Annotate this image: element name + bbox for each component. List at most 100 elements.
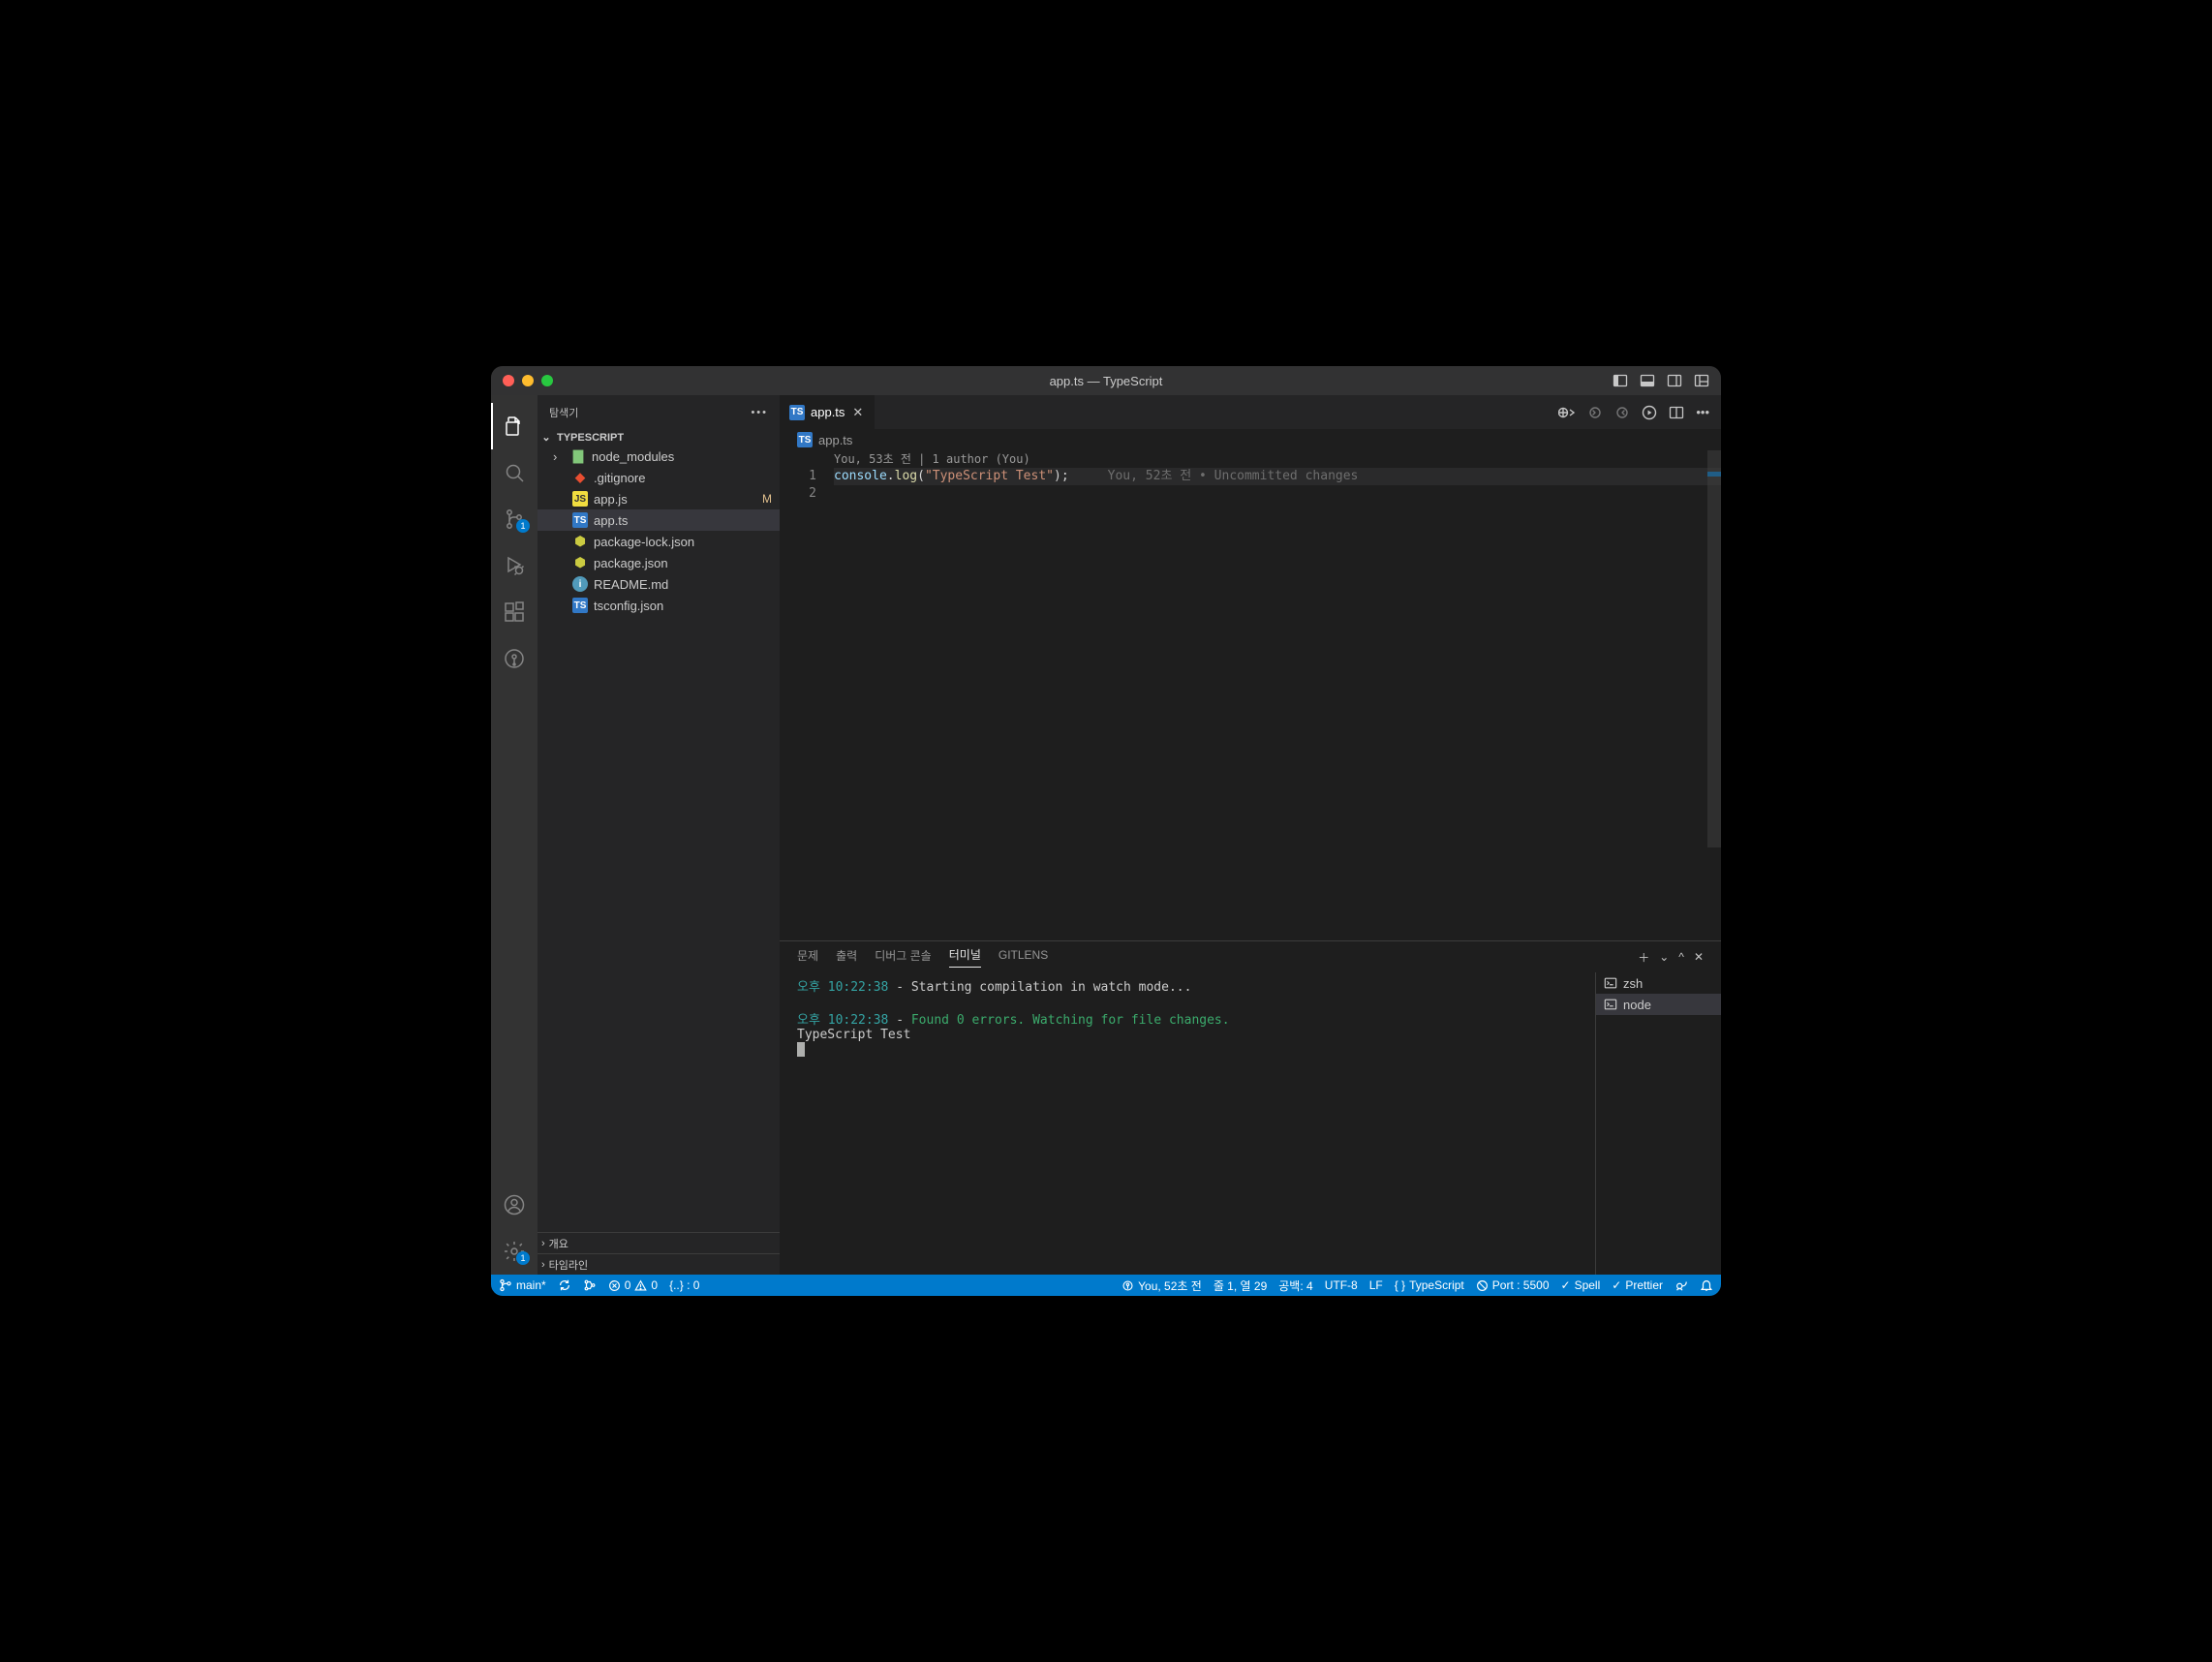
window-title: app.ts — TypeScript (491, 374, 1721, 388)
file-label: package-lock.json (594, 535, 694, 549)
branch-label: main* (516, 1278, 546, 1292)
status-notifications[interactable] (1700, 1278, 1713, 1292)
more-actions-icon[interactable]: ••• (1696, 405, 1709, 419)
status-branch[interactable]: main* (499, 1278, 546, 1292)
panel-tab-terminal[interactable]: 터미널 (949, 946, 981, 968)
editor-tabs: TS app.ts ✕ ••• (780, 395, 1721, 429)
code-editor[interactable]: 1 2 You, 53초 전 | 1 author (You) console.… (780, 450, 1721, 940)
timeline-section[interactable]: › 타임라인 (538, 1253, 780, 1275)
tab-label: app.ts (811, 405, 845, 419)
codelens-authors[interactable]: You, 53초 전 | 1 author (You) (834, 450, 1721, 468)
nav-back-icon[interactable] (1587, 405, 1603, 420)
tree-file-tsconfig[interactable]: TS tsconfig.json (538, 595, 780, 616)
run-debug-tab[interactable] (491, 542, 538, 589)
gitlens-tab[interactable] (491, 635, 538, 682)
status-indent[interactable]: 공백: 4 (1278, 1277, 1312, 1294)
timeline-label: 타임라인 (549, 1257, 588, 1273)
status-eol[interactable]: LF (1369, 1278, 1383, 1292)
terminal-item-zsh[interactable]: zsh (1596, 972, 1721, 994)
terminal-item-node[interactable]: node (1596, 994, 1721, 1015)
json-icon: ⬢ (572, 555, 588, 570)
status-spell[interactable]: ✓ Spell (1561, 1278, 1601, 1292)
tree-file-gitignore[interactable]: ◆ .gitignore (538, 467, 780, 488)
code-token: console (834, 468, 887, 485)
explorer-tab[interactable] (491, 403, 538, 449)
chevron-right-icon: › (541, 1238, 545, 1249)
inline-blame: You, 52초 전 • Uncommitted changes (1108, 468, 1359, 485)
terminal-name: zsh (1623, 976, 1643, 991)
maximize-panel-icon[interactable]: ^ (1678, 950, 1684, 964)
modified-status: M (762, 492, 772, 506)
status-json[interactable]: {..} : 0 (669, 1278, 699, 1292)
panel-tab-gitlens[interactable]: GITLENS (998, 948, 1048, 966)
breadcrumb[interactable]: TS app.ts (780, 429, 1721, 450)
blame-label: You, 52초 전 (1138, 1277, 1202, 1294)
status-language[interactable]: { } TypeScript (1395, 1278, 1464, 1292)
code-token: log (895, 468, 917, 485)
source-control-tab[interactable]: 1 (491, 496, 538, 542)
port-label: Port : 5500 (1492, 1278, 1550, 1292)
activity-bar: 1 1 (491, 395, 538, 1275)
status-encoding[interactable]: UTF-8 (1325, 1278, 1358, 1292)
terminal-output[interactable]: 오후 10:22:38 - Starting compilation in wa… (780, 972, 1595, 1275)
file-label: tsconfig.json (594, 599, 663, 613)
status-cursor[interactable]: 줄 1, 열 29 (1214, 1277, 1267, 1294)
tree-file-package-json[interactable]: ⬢ package.json (538, 552, 780, 573)
status-sync[interactable] (558, 1278, 571, 1292)
gitlens-toggle-icon[interactable] (1558, 405, 1576, 420)
file-label: node_modules (592, 449, 674, 464)
info-icon: i (572, 576, 588, 592)
nav-forward-icon[interactable] (1614, 405, 1630, 420)
prettier-label: Prettier (1625, 1278, 1663, 1292)
tree-file-app-ts[interactable]: TS app.ts (538, 509, 780, 531)
editor-scrollbar[interactable] (1707, 450, 1721, 940)
file-label: app.js (594, 492, 628, 507)
tree-file-package-lock[interactable]: ⬢ package-lock.json (538, 531, 780, 552)
terminal-icon (1604, 998, 1617, 1011)
status-problems[interactable]: 0 0 (608, 1278, 658, 1292)
status-live-server[interactable]: Port : 5500 (1476, 1278, 1550, 1292)
outline-section[interactable]: › 개요 (538, 1232, 780, 1253)
close-tab-icon[interactable]: ✕ (850, 405, 865, 420)
extensions-tab[interactable] (491, 589, 538, 635)
terminal-text: TypeScript Test (797, 1028, 910, 1042)
warning-count: 0 (651, 1278, 658, 1292)
status-bar: main* 0 0 {..} : 0 You, 52초 전 줄 1, 열 29 … (491, 1275, 1721, 1296)
ts-icon: TS (572, 512, 588, 528)
code-line-1[interactable]: console.log("TypeScript Test"); You, 52초… (834, 468, 1721, 485)
file-label: README.md (594, 577, 668, 592)
tree-file-readme[interactable]: i README.md (538, 573, 780, 595)
status-blame[interactable]: You, 52초 전 (1121, 1277, 1202, 1294)
explorer-title: 탐색기 (549, 405, 578, 420)
ts-json-icon: TS (572, 598, 588, 613)
panel-tab-debug-console[interactable]: 디버그 콘솔 (875, 947, 932, 968)
code-line-2[interactable] (834, 485, 1721, 503)
folder-section-header[interactable]: ⌄ TYPESCRIPT (538, 429, 780, 446)
new-terminal-icon[interactable]: ＋ (1638, 949, 1649, 966)
status-gitlens-graph[interactable] (583, 1278, 597, 1292)
bottom-panel: 문제 출력 디버그 콘솔 터미널 GITLENS ＋ ⌄ ^ ✕ 오후 10:2… (780, 940, 1721, 1275)
chevron-right-icon: › (541, 1259, 545, 1271)
chevron-right-icon: › (553, 449, 565, 464)
panel-tab-output[interactable]: 출력 (836, 947, 857, 968)
file-label: .gitignore (594, 471, 645, 485)
close-panel-icon[interactable]: ✕ (1694, 950, 1704, 964)
folder-icon: ▇ (570, 448, 586, 464)
panel-tab-problems[interactable]: 문제 (797, 947, 818, 968)
tree-file-app-js[interactable]: JS app.js M (538, 488, 780, 509)
status-feedback[interactable] (1674, 1278, 1688, 1292)
settings-tab[interactable]: 1 (491, 1228, 538, 1275)
explorer-more-icon[interactable]: ••• (751, 407, 768, 418)
terminal-text: 오후 10:22:38 (797, 980, 888, 995)
line-number: 1 (780, 468, 816, 485)
tab-app-ts[interactable]: TS app.ts ✕ (780, 395, 876, 429)
split-editor-icon[interactable] (1669, 405, 1684, 420)
status-prettier[interactable]: ✓ Prettier (1612, 1278, 1663, 1292)
tree-folder-node-modules[interactable]: › ▇ node_modules (538, 446, 780, 467)
search-tab[interactable] (491, 449, 538, 496)
titlebar: app.ts — TypeScript (491, 366, 1721, 395)
run-file-icon[interactable] (1642, 405, 1657, 420)
terminal-dropdown-icon[interactable]: ⌄ (1659, 950, 1669, 964)
scroll-thumb[interactable] (1707, 450, 1721, 847)
accounts-tab[interactable] (491, 1182, 538, 1228)
